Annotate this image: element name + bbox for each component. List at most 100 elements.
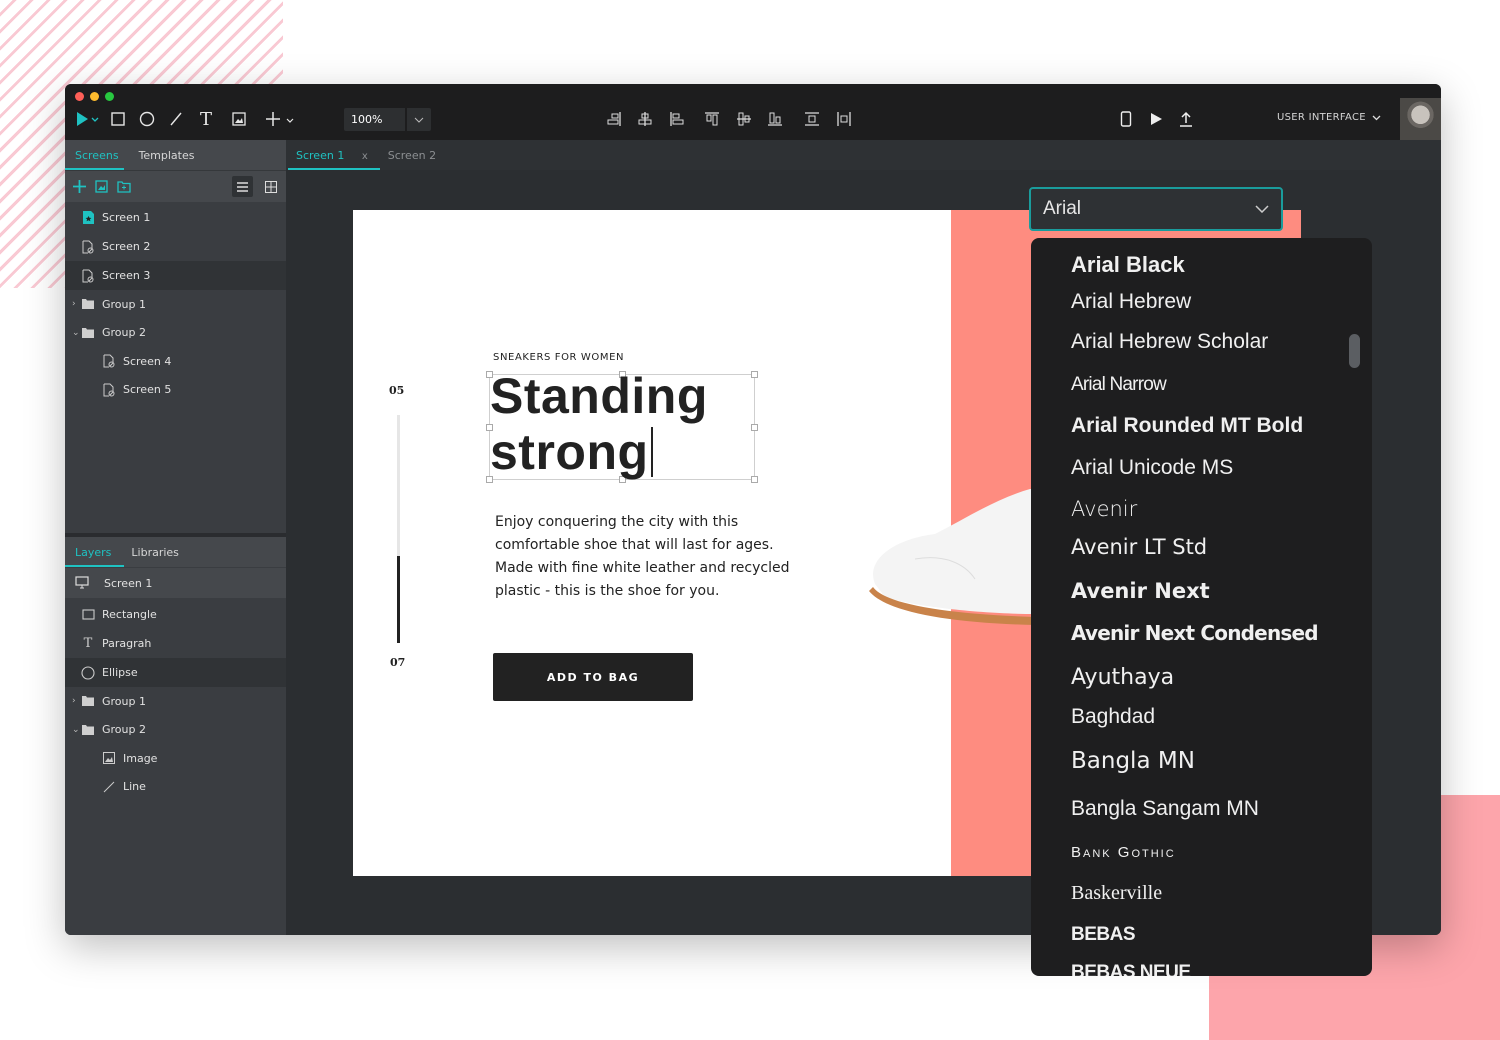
user-avatar[interactable] <box>1400 98 1441 140</box>
align-left-button[interactable] <box>669 108 685 130</box>
group-item[interactable]: › Group 1 <box>65 290 286 318</box>
list-item[interactable]: Screen 5 <box>65 375 286 404</box>
list-item[interactable]: Ellipse <box>65 658 286 687</box>
item-label: Screen 5 <box>123 383 172 396</box>
add-tool-button[interactable] <box>265 108 297 130</box>
list-item[interactable]: Screen 2 <box>65 232 286 261</box>
font-option[interactable]: Arial Rounded MT Bold <box>1071 414 1303 438</box>
monitor-icon <box>75 576 89 589</box>
mode-dropdown[interactable]: USER INTERFACE <box>1277 112 1381 123</box>
list-view-button[interactable] <box>232 176 253 197</box>
font-option[interactable]: Bangla MN <box>1071 748 1195 774</box>
counter-top: 05 <box>389 384 405 397</box>
tab-layers[interactable]: Layers <box>65 546 121 559</box>
group-item[interactable]: ⌄ Group 2 <box>65 318 286 347</box>
export-button[interactable] <box>1178 108 1194 130</box>
body-line: Enjoy conquering the city with this <box>495 514 739 530</box>
device-preview-button[interactable] <box>1119 108 1133 130</box>
font-option[interactable]: Avenir <box>1071 497 1137 521</box>
list-item[interactable]: Image <box>65 744 286 772</box>
headline[interactable]: Standing strong <box>490 368 708 480</box>
tab-screen-2[interactable]: Screen 2 <box>378 149 446 162</box>
font-option[interactable]: Arial Hebrew Scholar <box>1071 330 1268 354</box>
chevron-down-icon[interactable]: ⌄ <box>72 328 80 338</box>
add-folder-icon[interactable] <box>117 180 131 193</box>
font-option[interactable]: Baskerville <box>1071 882 1162 905</box>
line-tool-button[interactable] <box>168 108 184 130</box>
group-item[interactable]: ⌄ Group 2 <box>65 715 286 744</box>
screens-tabs: Screens Templates <box>65 140 286 170</box>
eyebrow-text[interactable]: SNEAKERS FOR WOMEN <box>493 352 624 363</box>
chevron-down-icon[interactable]: ⌄ <box>72 725 80 735</box>
font-family-select[interactable]: Arial <box>1029 187 1283 231</box>
tab-screens[interactable]: Screens <box>65 149 129 162</box>
ellipse-tool-button[interactable] <box>139 108 155 130</box>
chevron-down-icon[interactable] <box>407 117 431 123</box>
item-label: Group 1 <box>102 694 146 708</box>
list-item[interactable]: Screen 4 <box>65 347 286 375</box>
distribute-vertical-button[interactable] <box>804 108 820 130</box>
font-option[interactable]: Arial Hebrew <box>1071 290 1191 314</box>
font-option[interactable]: Baghdad <box>1071 705 1155 729</box>
list-item[interactable]: Screen 3 <box>65 261 286 290</box>
font-option[interactable]: Avenir LT Std <box>1071 535 1207 559</box>
font-dropdown-list: Arial Black Arial Hebrew Arial Hebrew Scho… <box>1031 238 1372 976</box>
image-tool-button[interactable] <box>231 108 247 130</box>
layer-root[interactable]: Screen 1 <box>65 568 286 598</box>
font-option[interactable]: Ayuthaya <box>1071 665 1174 690</box>
body-paragraph[interactable]: Enjoy conquering the city with this comfo… <box>495 511 789 603</box>
add-to-bag-button[interactable]: ADD TO BAG <box>493 653 693 701</box>
font-option[interactable]: Bank Gothic <box>1071 844 1176 861</box>
tab-templates[interactable]: Templates <box>129 149 205 162</box>
resize-handle[interactable] <box>751 371 758 378</box>
minimize-window-button[interactable] <box>90 92 99 101</box>
font-option[interactable]: Avenir Next Condensed <box>1071 621 1319 645</box>
font-option[interactable]: Avenir Next <box>1071 579 1210 603</box>
align-top-button[interactable] <box>704 108 720 130</box>
rectangle-tool-button[interactable] <box>110 108 126 130</box>
item-label: Screen 1 <box>102 211 151 224</box>
group-item[interactable]: › Group 1 <box>65 687 286 715</box>
font-option[interactable]: BEBAS <box>1071 924 1136 946</box>
sidebar: Screens Templates Screen 1 Screen 2 Screen… <box>65 140 286 935</box>
plus-icon <box>266 112 294 126</box>
folder-icon <box>81 297 95 311</box>
font-option[interactable]: Arial Black <box>1071 252 1185 278</box>
list-item[interactable]: Line <box>65 772 286 801</box>
align-right-button[interactable] <box>606 108 622 130</box>
scrollbar-thumb[interactable] <box>1349 334 1360 368</box>
tab-screen-1[interactable]: Screen 1 x <box>286 149 380 170</box>
maximize-window-button[interactable] <box>105 92 114 101</box>
align-center-v-button[interactable] <box>736 108 752 130</box>
chevron-right-icon[interactable]: › <box>72 696 76 706</box>
distribute-horizontal-button[interactable] <box>836 108 852 130</box>
align-bottom-button[interactable] <box>767 108 783 130</box>
zoom-select[interactable]: 100% <box>344 108 431 131</box>
close-tab-icon[interactable]: x <box>362 151 368 162</box>
chevron-right-icon[interactable]: › <box>72 299 76 309</box>
font-option[interactable]: Arial Unicode MS <box>1071 456 1233 480</box>
align-vertical-center-icon <box>737 112 751 126</box>
list-icon <box>237 181 248 192</box>
list-item[interactable]: Screen 1 <box>65 203 286 232</box>
font-option[interactable]: BEBAS NEUE <box>1071 962 1191 976</box>
font-option[interactable]: Arial Narrow <box>1071 374 1167 396</box>
resize-handle[interactable] <box>751 424 758 431</box>
add-screen-icon[interactable] <box>73 180 86 193</box>
tab-libraries[interactable]: Libraries <box>121 546 189 559</box>
body-line: Made with fine white leather and recycle… <box>495 560 790 576</box>
item-label: Screen 3 <box>102 269 151 282</box>
grid-view-button[interactable] <box>260 176 281 197</box>
resize-handle[interactable] <box>751 476 758 483</box>
align-center-h-button[interactable] <box>637 108 653 130</box>
select-tool-button[interactable] <box>75 108 101 130</box>
font-option[interactable]: Bangla Sangam MN <box>1071 797 1259 821</box>
close-window-button[interactable] <box>75 92 84 101</box>
play-button[interactable] <box>1148 108 1164 130</box>
item-label: Group 1 <box>102 297 146 311</box>
list-item[interactable]: Rectangle <box>65 600 286 629</box>
list-item[interactable]: T Paragrah <box>65 629 286 658</box>
add-image-icon[interactable] <box>95 180 108 193</box>
grid-icon <box>264 180 277 193</box>
text-tool-button[interactable]: T <box>198 108 214 130</box>
